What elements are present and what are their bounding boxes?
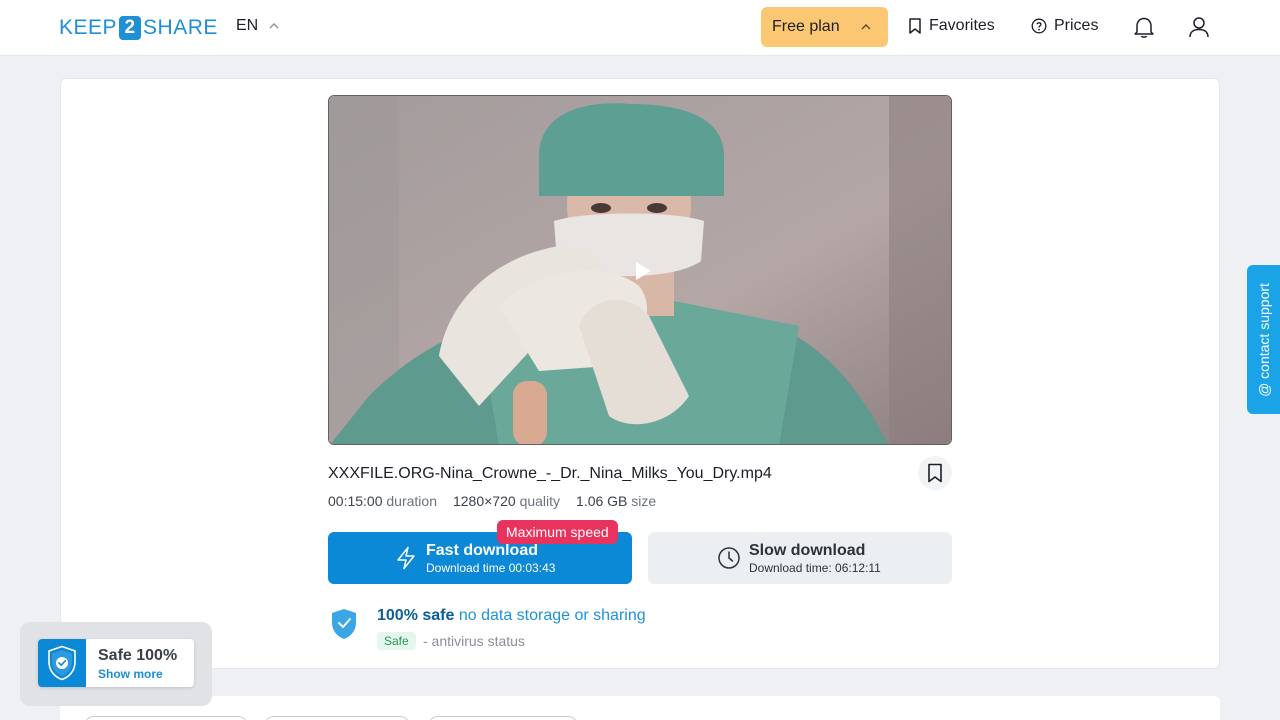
fast-download-time: Download time 00:03:43 (426, 561, 556, 575)
slow-download-title: Slow download (749, 542, 866, 559)
file-meta: 00:15:00 duration 1280×720 quality 1.06 … (328, 493, 656, 509)
file-name: XXXFILE.ORG-Nina_Crowne_-_Dr._Nina_Milks… (328, 465, 772, 482)
bookmark-icon (928, 463, 942, 483)
size-value: 1.06 GB (576, 493, 628, 509)
contact-support-tab[interactable]: @ contact support (1247, 265, 1280, 414)
duration-value: 00:15:00 (328, 493, 383, 509)
chevron-up-icon (269, 23, 279, 29)
lightning-icon (397, 546, 415, 570)
fast-download-title: Fast download (426, 542, 538, 559)
lower-tab-pill[interactable] (84, 716, 248, 720)
play-icon[interactable] (634, 261, 652, 281)
prices-label: Prices (1054, 17, 1099, 34)
safe-widget-card[interactable]: Safe 100% Show more (38, 639, 194, 687)
safe-widget-badge (38, 639, 86, 687)
slow-download-button[interactable]: Slow download Download time: 06:12:11 (648, 532, 952, 584)
antivirus-status-badge: Safe (377, 632, 416, 650)
size-info: 1.06 GB size (576, 493, 656, 509)
antivirus-status-text: - antivirus status (423, 633, 525, 649)
shield-check-icon (48, 645, 76, 681)
bell-icon[interactable] (1133, 15, 1155, 39)
help-circle-icon (1031, 18, 1047, 34)
safe-widget: Safe 100% Show more (20, 622, 212, 706)
slow-download-time: Download time: 06:12:11 (749, 561, 881, 575)
lower-tab-pill[interactable] (264, 716, 410, 720)
safe-widget-title: Safe 100% (98, 647, 178, 664)
favorites-label: Favorites (929, 17, 995, 34)
language-label: EN (236, 17, 259, 34)
logo-number: 2 (119, 16, 142, 40)
quality-value: 1280×720 (452, 493, 516, 509)
clock-icon (718, 547, 740, 569)
safe-widget-show-more-link[interactable]: Show more (98, 667, 163, 681)
duration-label: duration (386, 493, 437, 509)
safety-headline: 100% safe no data storage or sharing (377, 607, 646, 625)
free-plan-button[interactable]: Free plan (761, 7, 888, 47)
lower-tab-pill[interactable] (428, 716, 578, 720)
logo-text-left: KEEP (59, 16, 118, 39)
user-icon[interactable] (1188, 15, 1210, 39)
safety-headline-rest: no data storage or sharing (458, 607, 646, 624)
favorites-link[interactable]: Favorites (908, 17, 995, 35)
prices-link[interactable]: Prices (1031, 17, 1098, 35)
free-plan-label: Free plan (772, 18, 840, 35)
add-to-favorites-button[interactable] (918, 456, 952, 490)
language-selector[interactable]: EN (236, 17, 280, 35)
shield-check-icon (332, 609, 356, 639)
size-label: size (631, 493, 657, 509)
quality-info: 1280×720 quality (453, 493, 560, 509)
duration-info: 00:15:00 duration (328, 493, 437, 509)
bookmark-icon (909, 18, 921, 34)
logo-text-right: SHARE (143, 16, 218, 39)
quality-label: quality (519, 493, 561, 509)
safety-headline-strong: 100% safe (377, 607, 455, 624)
site-logo[interactable]: KEEP 2 SHARE (59, 15, 218, 41)
contact-support-label: @ contact support (1255, 282, 1272, 397)
maximum-speed-badge: Maximum speed (497, 520, 618, 544)
chevron-up-icon (861, 24, 871, 30)
video-preview[interactable] (328, 95, 952, 445)
top-header: KEEP 2 SHARE EN Free plan Favorites Pric… (0, 0, 1280, 56)
